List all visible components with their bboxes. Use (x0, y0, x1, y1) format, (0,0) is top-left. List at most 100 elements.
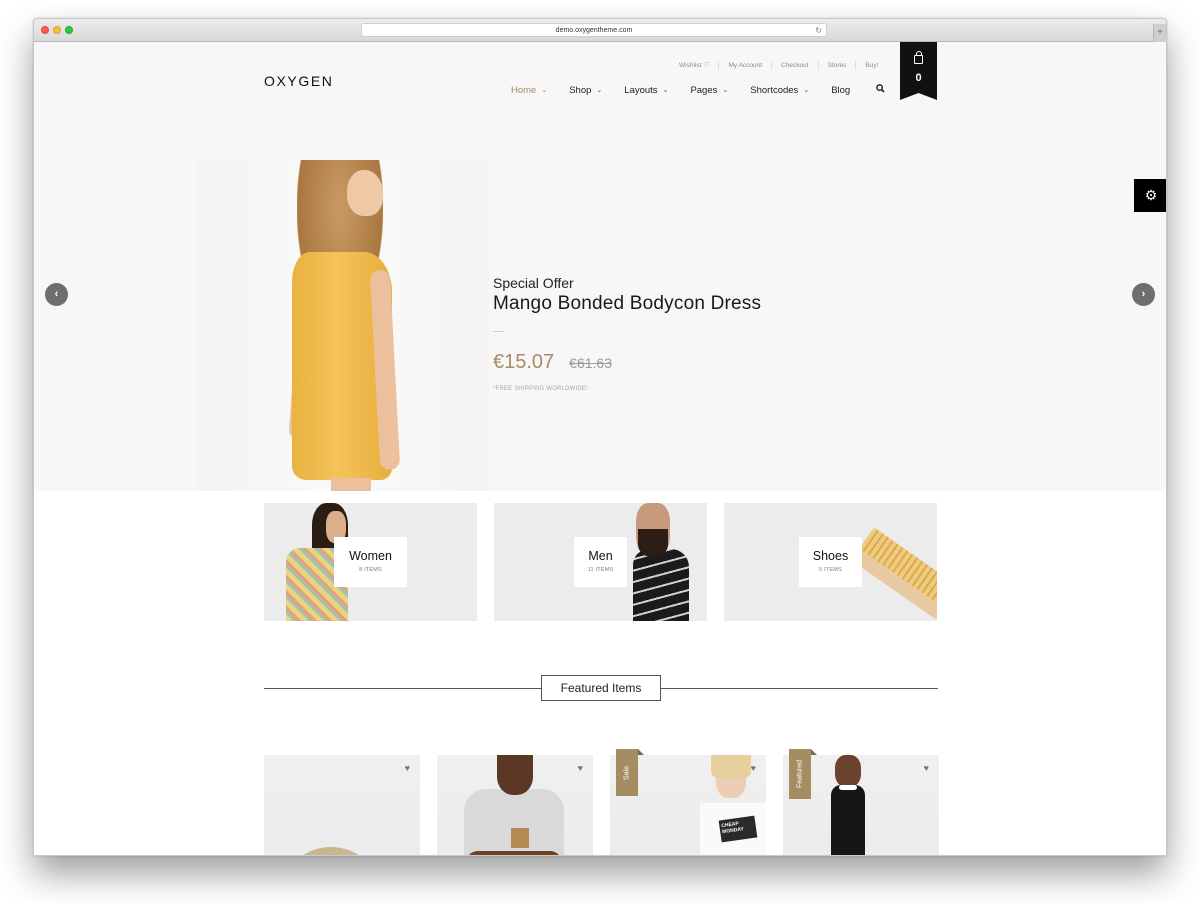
wishlist-heart-icon[interactable]: ♥ (578, 763, 583, 773)
model-head (347, 170, 383, 216)
black-dress (831, 785, 865, 855)
category-men[interactable]: Men 11 ITEMS (494, 503, 707, 621)
web-page: OXYGEN Wishlist ♡ My Account Checkout St… (34, 42, 1166, 855)
theme-settings-button[interactable]: ⚙ (1134, 179, 1166, 212)
url-text: demo.oxygentheme.com (555, 27, 633, 34)
white-collar (839, 785, 857, 790)
address-bar[interactable]: demo.oxygentheme.com ↻ (361, 23, 827, 37)
browser-titlebar: demo.oxygentheme.com ↻ + (34, 19, 1166, 42)
product-card[interactable]: Featured ♥ (783, 749, 939, 855)
featured-products: ♥ ♥ CHEAP MONDAY Sale ♥ Featured ♥ (264, 749, 939, 855)
nav-label: Shop (569, 85, 592, 96)
product-image (437, 755, 593, 855)
hero-prices: €15.07 €61.63 (493, 351, 761, 374)
nav-item-blog[interactable]: Blog (831, 84, 850, 98)
hero-slider: Special Offer Mango Bonded Bodycon Dress… (34, 140, 1166, 491)
hero-divider (493, 331, 504, 332)
category-count: 11 ITEMS (587, 567, 614, 573)
search-icon[interactable] (876, 84, 885, 95)
nav-label: Layouts (624, 85, 658, 96)
badge-label: Sale (623, 765, 631, 780)
buy-link[interactable]: Buy! (856, 61, 887, 70)
category-count: 5 ITEMS (819, 567, 842, 573)
category-banners: Women 8 ITEMS Men 11 ITEMS Shoes 5 ITEMS (264, 503, 937, 621)
category-label: Shoes 5 ITEMS (799, 537, 862, 587)
wishlist-link[interactable]: Wishlist ♡ (670, 61, 720, 70)
nav-item-pages[interactable]: Pages ⌄ (690, 84, 728, 98)
new-tab-button[interactable]: + (1153, 24, 1166, 42)
crossed-arms (466, 851, 562, 855)
checkout-link[interactable]: Checkout (772, 61, 819, 70)
product-image (264, 755, 420, 855)
shopping-bag-icon (914, 51, 923, 64)
nav-label: Shortcodes (750, 85, 799, 96)
product-card[interactable]: ♥ (437, 755, 593, 855)
sale-price: €15.07 (493, 351, 555, 373)
chevron-down-icon: ⌄ (541, 87, 548, 94)
hero-title[interactable]: Mango Bonded Bodycon Dress (493, 293, 761, 315)
browser-window: demo.oxygentheme.com ↻ + OXYGEN Wishlist… (33, 18, 1167, 856)
women-photo (286, 503, 348, 621)
category-label: Men 11 ITEMS (574, 537, 627, 587)
cart-count: 0 (915, 72, 922, 84)
category-name: Shoes (812, 549, 849, 563)
sale-badge: Sale (616, 749, 644, 796)
slider-next-button[interactable]: › (1132, 283, 1155, 306)
heart-outline-icon: ♡ (703, 62, 710, 69)
minimize-window-button[interactable] (53, 26, 61, 34)
stores-link[interactable]: Stores (819, 61, 857, 70)
search-glyph (876, 84, 885, 93)
product-card[interactable]: ♥ (264, 755, 420, 855)
model-hair (711, 755, 751, 779)
model-head (835, 755, 861, 787)
category-name: Women (349, 549, 392, 563)
wishlist-heart-icon[interactable]: ♥ (405, 763, 410, 773)
category-name: Men (588, 549, 613, 563)
tshirt-pocket (511, 828, 529, 848)
nav-item-shop[interactable]: Shop ⌄ (569, 84, 602, 98)
gear-icon: ⚙ (1144, 187, 1158, 203)
chevron-down-icon: ⌄ (803, 87, 810, 94)
site-logo[interactable]: OXYGEN (264, 73, 334, 89)
chevron-right-icon: › (1141, 288, 1146, 300)
maximize-window-button[interactable] (65, 26, 73, 34)
wishlist-heart-icon[interactable]: ♥ (751, 763, 756, 773)
shipping-note: *FREE SHIPPING WORLDWIDE! (493, 386, 589, 392)
category-women[interactable]: Women 8 ITEMS (264, 503, 477, 621)
my-account-link[interactable]: My Account (719, 61, 773, 70)
model-legs (331, 478, 371, 491)
hero-product-image[interactable] (197, 160, 489, 491)
hero-caption: Special Offer Mango Bonded Bodycon Dress… (493, 275, 761, 392)
featured-title: Featured Items (541, 675, 661, 701)
top-links: Wishlist ♡ My Account Checkout Stores Bu… (670, 61, 887, 70)
wishlist-heart-icon[interactable]: ♥ (924, 763, 929, 773)
chevron-down-icon: ⌄ (596, 87, 603, 94)
model-head (497, 755, 533, 795)
chevron-down-icon: ⌄ (662, 87, 669, 94)
main-nav: Home ⌄ Shop ⌄ Layouts ⌄ Pages ⌄ Shortcod… (511, 84, 872, 98)
wishlist-label: Wishlist (679, 62, 702, 69)
cap-photo (291, 847, 371, 855)
category-label: Women 8 ITEMS (334, 537, 407, 587)
category-count: 8 ITEMS (359, 567, 382, 573)
striped-tshirt (633, 549, 689, 621)
hero-kicker: Special Offer (493, 275, 574, 291)
close-window-button[interactable] (41, 26, 49, 34)
featured-heading: Featured Items (264, 675, 938, 701)
chevron-down-icon: ⌄ (722, 87, 729, 94)
chevron-left-icon: ‹ (54, 288, 59, 300)
slider-prev-button[interactable]: ‹ (45, 283, 68, 306)
nav-label: Blog (831, 85, 851, 96)
product-card[interactable]: CHEAP MONDAY Sale ♥ (610, 749, 766, 855)
featured-badge: Featured (789, 749, 817, 799)
badge-label: Featured (796, 759, 804, 789)
nav-item-home[interactable]: Home ⌄ (511, 84, 547, 98)
site-header: OXYGEN Wishlist ♡ My Account Checkout St… (34, 42, 1166, 140)
category-shoes[interactable]: Shoes 5 ITEMS (724, 503, 937, 621)
reload-icon[interactable]: ↻ (815, 24, 822, 37)
cart-button[interactable]: 0 (900, 42, 937, 100)
nav-item-shortcodes[interactable]: Shortcodes ⌄ (750, 84, 809, 98)
original-price: €61.63 (569, 355, 612, 371)
nav-item-layouts[interactable]: Layouts ⌄ (624, 84, 668, 98)
model-beard (638, 529, 668, 557)
